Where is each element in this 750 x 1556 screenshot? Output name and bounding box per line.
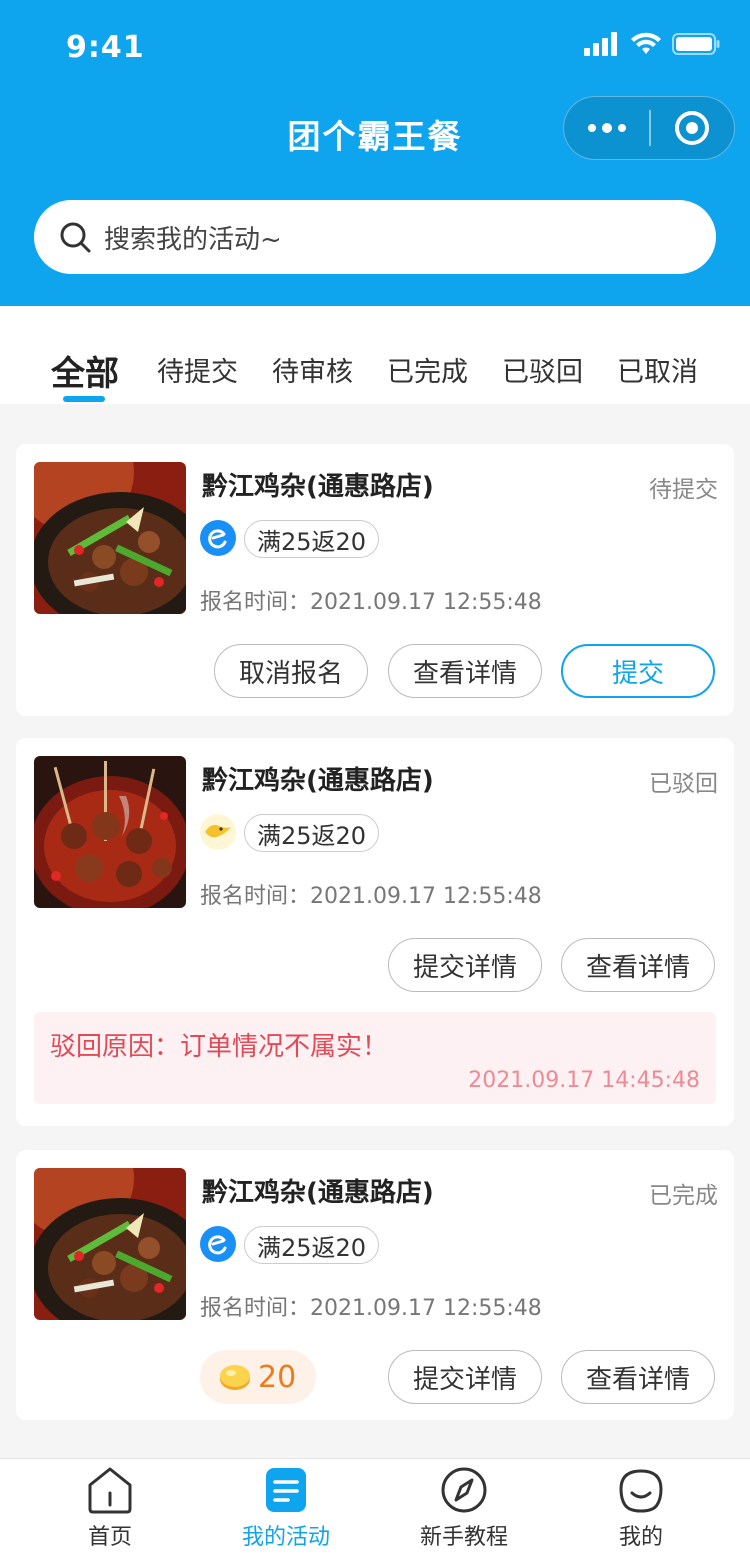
close-button[interactable] xyxy=(651,96,734,160)
view-details-button[interactable]: 查看详情 xyxy=(388,644,542,698)
status-icons xyxy=(584,32,720,56)
profile-icon xyxy=(619,1469,663,1513)
status-label: 待提交 xyxy=(649,477,718,503)
submission-details-button[interactable]: 提交详情 xyxy=(388,1350,542,1404)
search-placeholder: 搜索我的活动~ xyxy=(104,224,282,255)
tabbar-item-my-activities[interactable]: 我的活动 xyxy=(216,1459,356,1556)
tab-cancelled[interactable]: 已取消 xyxy=(617,350,698,389)
activity-card: 黔江鸡杂(通惠路店) 已驳回 满25返20 报名时间：2021.09.17 12… xyxy=(16,738,734,1126)
food-image xyxy=(34,756,186,908)
tabbar-label: 新手教程 xyxy=(419,1525,508,1550)
activity-card: 黔江鸡杂(通惠路店) 待提交 满25返20 报名时间：2021.09.17 12… xyxy=(16,444,734,716)
reject-time: 2021.09.17 14:45:48 xyxy=(468,1068,700,1093)
eleme-icon xyxy=(200,520,236,556)
tabbar-item-home[interactable]: 首页 xyxy=(40,1459,180,1556)
tab-completed[interactable]: 已完成 xyxy=(387,350,468,389)
home-icon xyxy=(88,1467,132,1514)
eleme-icon xyxy=(200,1226,236,1262)
target-icon xyxy=(675,111,710,145)
tab-pending-submit[interactable]: 待提交 xyxy=(157,350,238,389)
view-details-button[interactable]: 查看详情 xyxy=(561,938,715,992)
promo-tag: 满25返20 xyxy=(244,814,380,852)
tabbar-item-tutorial[interactable]: 新手教程 xyxy=(394,1459,534,1556)
activity-icon xyxy=(266,1468,306,1512)
bottom-tab-bar: 首页 我的活动 新手教程 我的 xyxy=(0,1458,750,1556)
food-image xyxy=(34,1168,186,1320)
status-label: 已完成 xyxy=(649,1183,718,1209)
status-label: 已驳回 xyxy=(649,771,718,797)
search-icon xyxy=(60,222,91,253)
registration-time: 报名时间：2021.09.17 12:55:48 xyxy=(200,590,542,615)
tabbar-label: 我的活动 xyxy=(241,1525,330,1550)
promo-tag: 满25返20 xyxy=(244,1226,380,1264)
shop-name: 黔江鸡杂(通惠路店) xyxy=(202,472,434,502)
coin-reward: 20 xyxy=(200,1350,316,1404)
promo-tag: 满25返20 xyxy=(244,520,380,558)
tab-pending-review[interactable]: 待审核 xyxy=(272,350,353,389)
top-bar: 9:41 团个霸王餐 搜索我的活动~ xyxy=(0,0,750,306)
status-time: 9:41 xyxy=(66,30,145,65)
tabbar-item-profile[interactable]: 我的 xyxy=(571,1459,711,1556)
view-details-button[interactable]: 查看详情 xyxy=(561,1350,715,1404)
tabbar-label: 首页 xyxy=(87,1525,132,1550)
active-tab-indicator xyxy=(63,396,105,402)
submit-button[interactable]: 提交 xyxy=(561,644,715,698)
status-tabs: 全部 待提交 待审核 已完成 已驳回 已取消 xyxy=(0,306,750,404)
search-input[interactable]: 搜索我的活动~ xyxy=(34,200,716,274)
reject-panel: 驳回原因：订单情况不属实！ 2021.09.17 14:45:48 xyxy=(34,1012,716,1104)
battery-icon xyxy=(672,33,720,55)
tabbar-label: 我的 xyxy=(618,1525,663,1550)
shop-name: 黔江鸡杂(通惠路店) xyxy=(202,766,434,796)
tab-all[interactable]: 全部 xyxy=(51,346,119,395)
registration-time: 报名时间：2021.09.17 12:55:48 xyxy=(200,884,542,909)
reject-reason: 驳回原因：订单情况不属实！ xyxy=(50,1032,389,1062)
activity-card: 黔江鸡杂(通惠路店) 已完成 满25返20 报名时间：2021.09.17 12… xyxy=(16,1150,734,1420)
signal-icon xyxy=(584,32,617,56)
wifi-icon xyxy=(631,32,661,54)
more-button[interactable] xyxy=(564,96,649,160)
cancel-registration-button[interactable]: 取消报名 xyxy=(214,644,368,698)
compass-icon xyxy=(441,1467,487,1513)
tab-rejected[interactable]: 已驳回 xyxy=(502,350,583,389)
shop-name: 黔江鸡杂(通惠路店) xyxy=(202,1178,434,1208)
registration-time: 报名时间：2021.09.17 12:55:48 xyxy=(200,1296,542,1321)
mini-program-capsule xyxy=(563,96,735,160)
meituan-icon xyxy=(200,814,236,850)
submission-details-button[interactable]: 提交详情 xyxy=(388,938,542,992)
coin-amount: 20 xyxy=(258,1359,297,1395)
food-image xyxy=(34,462,186,614)
coin-icon xyxy=(220,1365,250,1390)
